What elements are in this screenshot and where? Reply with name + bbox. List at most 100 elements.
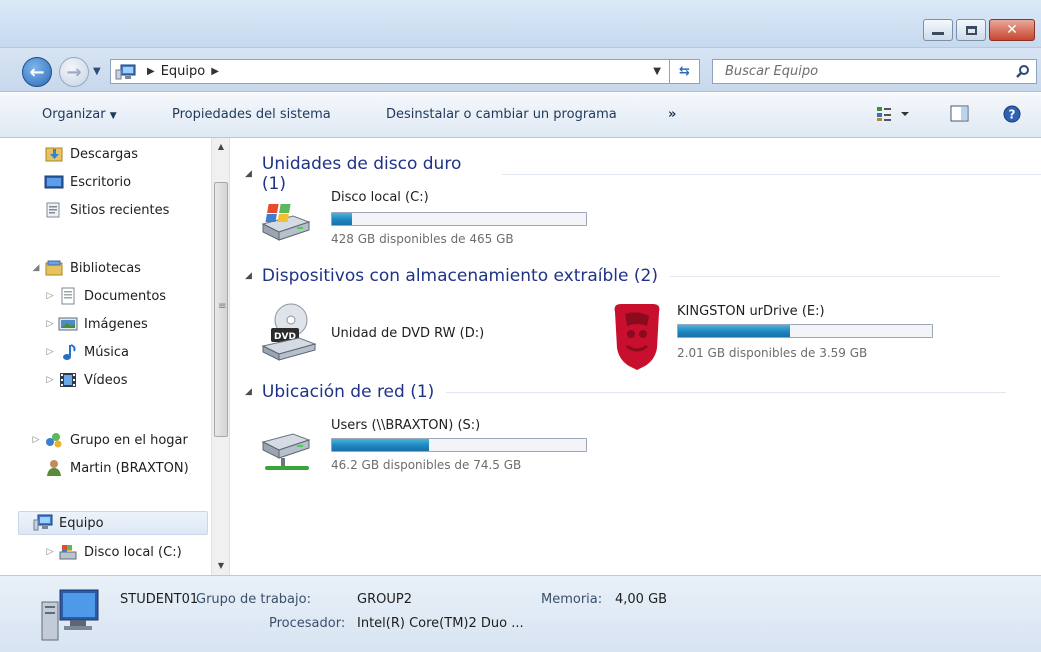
computer-icon [115,64,136,79]
title-bar: ✕ [0,0,1041,48]
nav-item-musica[interactable]: ▷ Música [44,340,129,364]
nav-label: Equipo [59,515,104,531]
search-input[interactable]: Buscar Equipo [712,59,1037,84]
music-icon [63,344,76,360]
close-button[interactable]: ✕ [989,19,1035,41]
desktop-icon [44,175,64,189]
collapsed-arrow-icon[interactable]: ▷ [30,435,42,445]
group-divider [446,391,1007,393]
change-view-button[interactable] [876,105,910,126]
nav-item-escritorio[interactable]: Escritorio [44,170,131,194]
chevron-down-icon: ▼ [109,111,117,121]
nav-label: Descargas [70,146,139,162]
nav-item-martin[interactable]: Martin (BRAXTON) [44,456,189,480]
recent-pages-button[interactable]: ▼ [93,66,105,78]
group-header-removable[interactable]: ◢ Dispositivos con almacenamiento extraí… [245,266,1000,286]
breadcrumb-separator-icon[interactable]: ▶ [211,66,219,77]
drive-e[interactable]: KINGSTON urDrive (E:) 2.01 GB disponible… [609,296,939,376]
address-row: ← → ▼ ▶ Equipo ▶ ▼ ⇆ Buscar Equipo [0,48,1041,92]
address-bar[interactable]: ▶ Equipo ▶ ▼ [110,59,670,84]
more-commands-button[interactable]: » [668,107,676,122]
drive-usage-bar [331,212,587,226]
nav-label: Vídeos [84,372,128,388]
drive-c[interactable]: Disco local (C:) 428 GB disponibles de 4… [257,188,597,254]
videos-icon [60,373,76,387]
preview-pane-button[interactable] [950,105,970,126]
drive-free-space: 428 GB disponibles de 465 GB [331,232,514,246]
nav-label: Disco local (C:) [84,544,182,560]
documents-icon [61,287,75,305]
group-divider [502,173,1041,175]
organize-button[interactable]: Organizar ▼ [42,107,117,122]
close-icon: ✕ [1006,22,1018,38]
address-dropdown-icon[interactable]: ▼ [653,66,661,77]
scroll-up-icon[interactable]: ▲ [212,138,230,156]
details-pane: STUDENT01 Grupo de trabajo: GROUP2 Memor… [0,575,1041,652]
system-properties-button[interactable]: Propiedades del sistema [172,107,331,122]
maximize-icon [965,25,977,35]
nav-label: Sitios recientes [70,202,170,218]
drive-d[interactable]: DVD Unidad de DVD RW (D:) [257,298,537,368]
processor-value: Intel(R) Core(TM)2 Duo ... [357,616,524,631]
nav-item-sitios-recientes[interactable]: Sitios recientes [44,198,169,222]
breadcrumb-equipo[interactable]: Equipo [161,64,206,79]
refresh-button[interactable]: ⇆ [670,59,700,84]
drive-name: KINGSTON urDrive (E:) [677,304,825,319]
nav-label: Bibliotecas [70,260,141,276]
user-icon [47,460,61,476]
expanded-arrow-icon[interactable]: ◢ [30,263,42,273]
collapsed-arrow-icon[interactable]: ▷ [44,347,56,357]
nav-label: Escritorio [70,174,132,190]
organize-label: Organizar [42,107,106,122]
drive-s[interactable]: Users (\\BRAXTON) (S:) 46.2 GB disponibl… [257,414,597,484]
navigation-scrollbar[interactable]: ▲ ≡ ▼ [211,138,229,575]
collapse-arrow-icon[interactable]: ◢ [245,169,252,179]
group-title: Dispositivos con almacenamiento extraíbl… [261,266,658,286]
uninstall-program-button[interactable]: Desinstalar o cambiar un programa [386,107,617,122]
kingston-drive-icon [614,304,660,370]
arrow-right-icon: → [66,61,82,83]
drive-name: Unidad de DVD RW (D:) [331,326,485,341]
collapsed-arrow-icon[interactable]: ▷ [44,291,56,301]
collapse-arrow-icon[interactable]: ◢ [245,271,252,281]
minimize-icon [932,31,944,35]
help-button[interactable]: ? [1003,105,1021,126]
nav-item-imagenes[interactable]: ▷ Imágenes [44,312,148,336]
breadcrumb-separator-icon[interactable]: ▶ [147,66,155,77]
scrollbar-thumb[interactable]: ≡ [214,182,228,437]
dvd-drive-icon: DVD [261,303,317,361]
workgroup-label: Grupo de trabajo: [196,592,311,607]
local-disk-icon [59,545,77,560]
collapsed-arrow-icon[interactable]: ▷ [44,547,56,557]
nav-label: Música [84,344,129,360]
group-header-network[interactable]: ◢ Ubicación de red (1) [245,382,1007,402]
maximize-button[interactable] [956,19,986,41]
navigation-pane: Descargas Escritorio Sitios recientes ◢ … [0,138,230,575]
search-icon[interactable] [1016,64,1030,78]
downloads-folder-icon [45,147,63,162]
computer-large-icon [41,589,99,641]
nav-label: Documentos [84,288,167,304]
nav-item-bibliotecas[interactable]: ◢ Bibliotecas [30,256,141,280]
hard-drive-icon [261,204,311,241]
nav-item-disco-local[interactable]: ▷ Disco local (C:) [44,540,182,564]
back-button[interactable]: ← [22,57,52,87]
grip-icon: ≡ [218,301,227,312]
forward-button[interactable]: → [59,57,89,87]
homegroup-icon [46,433,62,448]
minimize-button[interactable] [923,19,953,41]
help-icon: ? [1003,105,1021,123]
nav-item-descargas[interactable]: Descargas [44,142,138,166]
drive-free-space: 46.2 GB disponibles de 74.5 GB [331,458,522,472]
nav-item-videos[interactable]: ▷ Vídeos [44,368,128,392]
collapsed-arrow-icon[interactable]: ▷ [44,375,56,385]
computer-name: STUDENT01 [120,592,199,607]
nav-item-documentos[interactable]: ▷ Documentos [44,284,166,308]
workgroup-value: GROUP2 [357,592,412,607]
nav-label: Grupo en el hogar [70,432,188,448]
collapsed-arrow-icon[interactable]: ▷ [44,319,56,329]
scroll-down-icon[interactable]: ▼ [212,557,230,575]
collapse-arrow-icon[interactable]: ◢ [245,387,252,397]
nav-item-equipo[interactable]: Equipo [18,511,208,535]
nav-item-grupo-hogar[interactable]: ▷ Grupo en el hogar [30,428,188,452]
